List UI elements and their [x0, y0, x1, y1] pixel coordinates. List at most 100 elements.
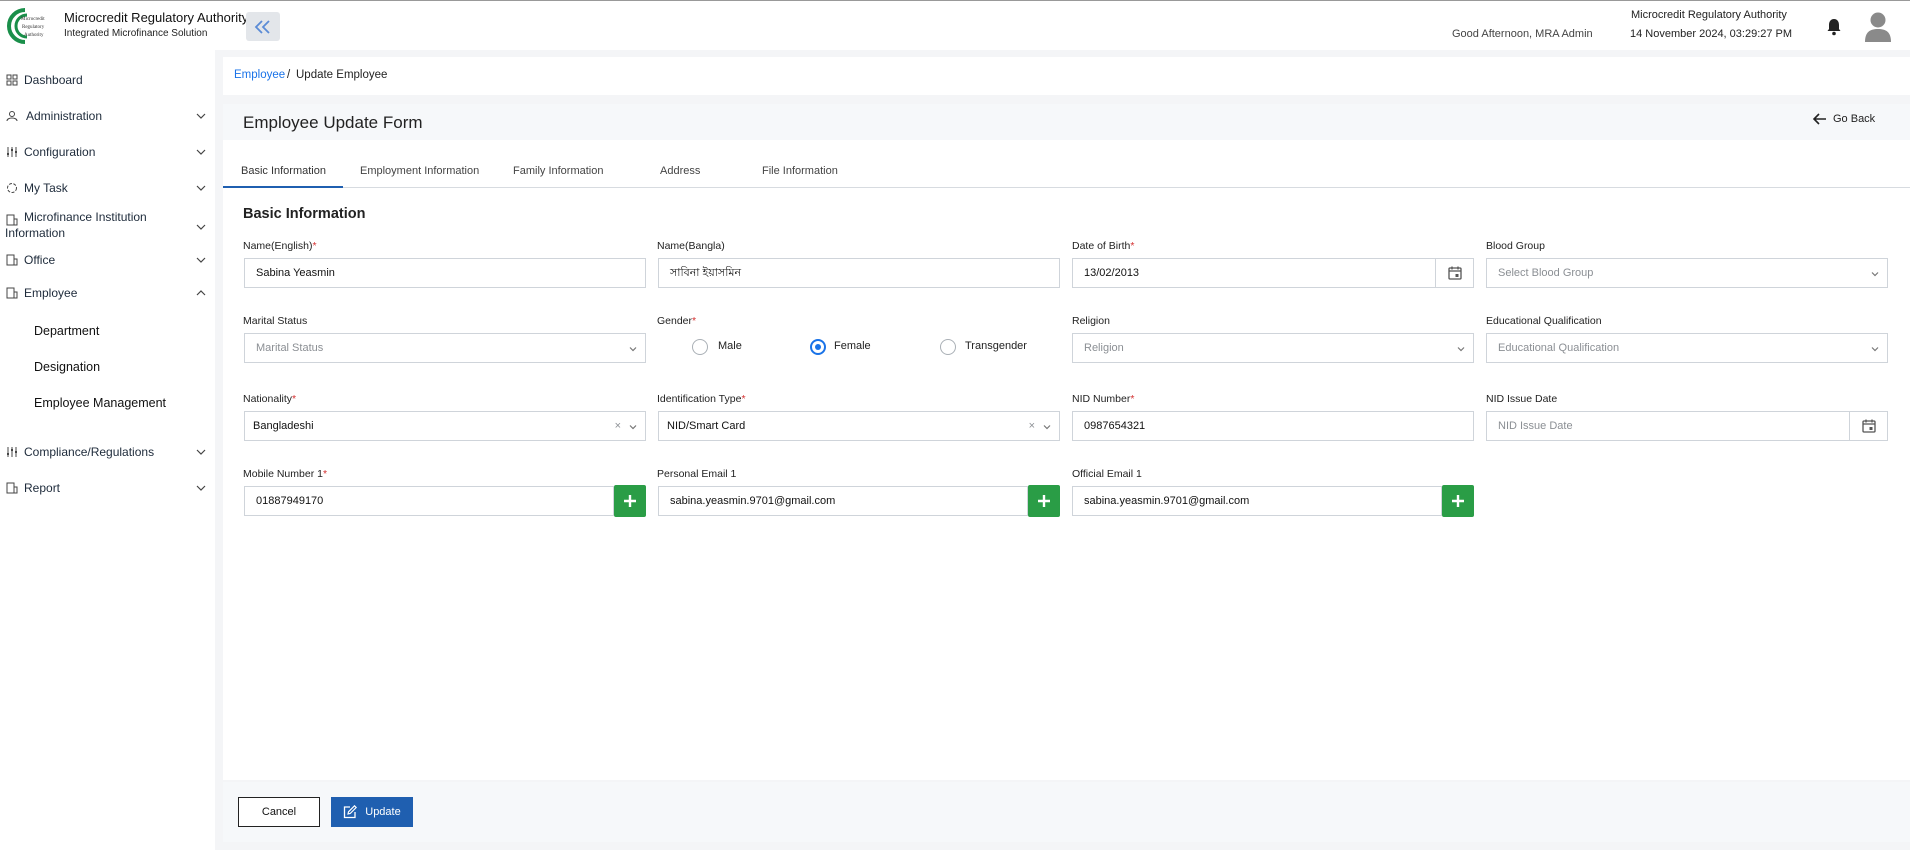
admin-icon [6, 111, 18, 122]
id-type-select[interactable]: NID/Smart Card × [658, 411, 1060, 441]
gender-female-radio[interactable] [810, 339, 826, 355]
sidebar-item-compliance[interactable]: Compliance/Regulations [0, 440, 215, 464]
update-label: Update [365, 806, 401, 818]
nid-number-label: NID Number* [1072, 393, 1135, 405]
education-select[interactable]: Educational Qualification [1486, 333, 1888, 363]
sidebar-subitem-employee-management[interactable]: Employee Management [34, 396, 166, 410]
update-button[interactable]: Update [331, 797, 413, 827]
dob-field[interactable]: 13/02/2013 [1072, 258, 1474, 288]
user-avatar-icon[interactable] [1864, 10, 1892, 42]
marital-status-label: Marital Status [243, 315, 308, 327]
nid-issue-calendar-button[interactable] [1849, 412, 1887, 440]
name-bangla-field[interactable]: সাবিনা ইয়াসমিন [658, 258, 1060, 288]
dob-value: 13/02/2013 [1084, 267, 1140, 279]
calendar-icon [1861, 419, 1876, 433]
nationality-label: Nationality* [243, 393, 297, 405]
gender-label: Gender* [657, 315, 697, 327]
bell-icon[interactable] [1826, 18, 1842, 36]
personal-email-field[interactable]: sabina.yeasmin.9701@gmail.com [658, 486, 1028, 516]
dob-calendar-button[interactable] [1435, 259, 1473, 287]
clear-icon[interactable]: × [1029, 420, 1035, 432]
nid-issue-date-label: NID Issue Date [1486, 393, 1558, 405]
tab-employment-information[interactable]: Employment Information [360, 165, 479, 177]
gender-transgender-radio[interactable] [940, 339, 956, 355]
sliders-icon [7, 447, 17, 457]
caret-down-icon [629, 425, 637, 430]
sidebar-label: Dashboard [24, 73, 83, 87]
nationality-select[interactable]: Bangladeshi × [244, 411, 646, 441]
sidebar-label: Report [24, 481, 61, 495]
mobile-field[interactable]: 01887949170 [244, 486, 614, 516]
sidebar-item-administration[interactable]: Administration [0, 104, 215, 128]
office-icon [6, 254, 18, 266]
gender-male-radio[interactable] [692, 339, 708, 355]
chevron-down-icon [196, 149, 206, 155]
id-type-label: Identification Type* [657, 393, 746, 405]
blood-group-label: Blood Group [1486, 240, 1545, 252]
page-title: Employee Update Form [243, 113, 423, 132]
sidebar-label: Microfinance Institution [24, 210, 147, 224]
blood-group-select[interactable]: Select Blood Group [1486, 258, 1888, 288]
sidebar-item-office[interactable]: Office [0, 248, 215, 272]
breadcrumb-separator: / [287, 69, 291, 81]
double-chevron-left-icon [254, 19, 270, 34]
nid-issue-date-placeholder: NID Issue Date [1498, 420, 1573, 432]
brand-title: Microcredit Regulatory Authority [64, 10, 249, 25]
form-card-header: Employee Update Form Go Back [223, 104, 1910, 140]
sidebar-item-employee[interactable]: Employee [0, 281, 215, 305]
cancel-button[interactable]: Cancel [238, 797, 320, 827]
top-header: Microcredit Regulatory Authority Microcr… [0, 0, 1910, 50]
gender-male-label: Male [718, 340, 742, 352]
official-email-label: Official Email 1 [1072, 468, 1142, 480]
sidebar-item-microfinance-institution[interactable]: Microfinance Institution Information [0, 209, 215, 245]
calendar-icon [1447, 266, 1462, 280]
religion-select[interactable]: Religion [1072, 333, 1474, 363]
sidebar-item-report[interactable]: Report [0, 476, 215, 500]
tab-file-information[interactable]: File Information [762, 165, 838, 177]
sidebar-subitem-designation[interactable]: Designation [34, 360, 100, 374]
name-english-label: Name(English)* [243, 240, 317, 252]
nid-number-field[interactable]: 0987654321 [1072, 411, 1474, 441]
id-type-value: NID/Smart Card [667, 420, 746, 432]
caret-down-icon [1457, 347, 1465, 352]
add-official-email-button[interactable] [1442, 485, 1474, 517]
sidebar-item-my-task[interactable]: My Task [0, 176, 215, 200]
sidebar-collapse-button[interactable] [246, 12, 280, 41]
plus-icon [1452, 495, 1464, 507]
go-back-button[interactable]: Go Back [1813, 113, 1875, 125]
caret-down-icon [1871, 272, 1879, 277]
nid-issue-date-field[interactable]: NID Issue Date [1486, 411, 1888, 441]
marital-status-select[interactable]: Marital Status [244, 333, 646, 363]
tab-family-information[interactable]: Family Information [513, 165, 603, 177]
go-back-label: Go Back [1833, 113, 1876, 125]
sidebar-item-configuration[interactable]: Configuration [0, 140, 215, 164]
religion-label: Religion [1072, 315, 1110, 327]
sidebar-item-dashboard[interactable]: Dashboard [0, 68, 215, 92]
sidebar-label-line2: Information [5, 226, 66, 240]
plus-icon [624, 495, 636, 507]
chevron-up-icon [196, 290, 206, 296]
dob-label: Date of Birth* [1072, 240, 1135, 252]
official-email-field[interactable]: sabina.yeasmin.9701@gmail.com [1072, 486, 1442, 516]
add-personal-email-button[interactable] [1028, 485, 1060, 517]
add-mobile-button[interactable] [614, 485, 646, 517]
caret-down-icon [629, 347, 637, 352]
breadcrumb: Employee / Update Employee [223, 57, 1910, 95]
tab-basic-information[interactable]: Basic Information [241, 165, 326, 177]
tab-address[interactable]: Address [660, 165, 700, 177]
greeting-text: Good Afternoon, MRA Admin [1452, 28, 1593, 40]
sidebar: Dashboard Administration Configuration M… [0, 50, 215, 850]
religion-placeholder: Religion [1084, 342, 1124, 354]
sidebar-label: Compliance/Regulations [24, 445, 155, 459]
breadcrumb-employee-link[interactable]: Employee [234, 69, 285, 81]
education-placeholder: Educational Qualification [1498, 342, 1620, 354]
form-card: Employee Update Form Go Back Basic Infor… [223, 104, 1910, 780]
sidebar-label: Administration [26, 109, 103, 123]
task-icon [7, 183, 17, 193]
mobile-label: Mobile Number 1* [243, 468, 328, 480]
clear-icon[interactable]: × [615, 420, 621, 432]
sidebar-subitem-department[interactable]: Department [34, 324, 99, 338]
name-bangla-label: Name(Bangla) [657, 240, 725, 252]
chevron-down-icon [196, 224, 206, 230]
name-english-field[interactable]: Sabina Yeasmin [244, 258, 646, 288]
